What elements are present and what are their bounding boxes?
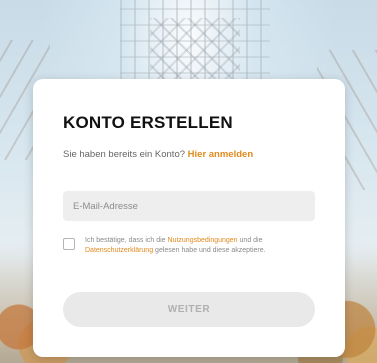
- signup-card: KONTO ERSTELLEN Sie haben bereits ein Ko…: [33, 79, 345, 357]
- consent-text-before: Ich bestätige, dass ich die: [85, 237, 166, 244]
- terms-link[interactable]: Nutzungsbedingungen: [168, 237, 238, 244]
- consent-text: Ich bestätige, dass ich die Nutzungsbedi…: [85, 236, 325, 256]
- consent-text-after: gelesen habe und diese akzeptiere.: [155, 247, 266, 254]
- privacy-link[interactable]: Datenschutzerklärung: [85, 247, 153, 254]
- email-input[interactable]: [63, 191, 315, 221]
- consent-text-middle: und die: [239, 237, 263, 244]
- page-title: KONTO ERSTELLEN: [63, 113, 233, 132]
- login-prompt-text: Sie haben bereits ein Konto?: [63, 149, 186, 160]
- login-link[interactable]: Hier anmelden: [188, 149, 253, 160]
- tower-lattice: [150, 18, 240, 83]
- consent-checkbox[interactable]: [63, 238, 75, 250]
- login-prompt: Sie haben bereits ein Konto? Hier anmeld…: [63, 149, 253, 160]
- continue-button[interactable]: WEITER: [63, 292, 315, 327]
